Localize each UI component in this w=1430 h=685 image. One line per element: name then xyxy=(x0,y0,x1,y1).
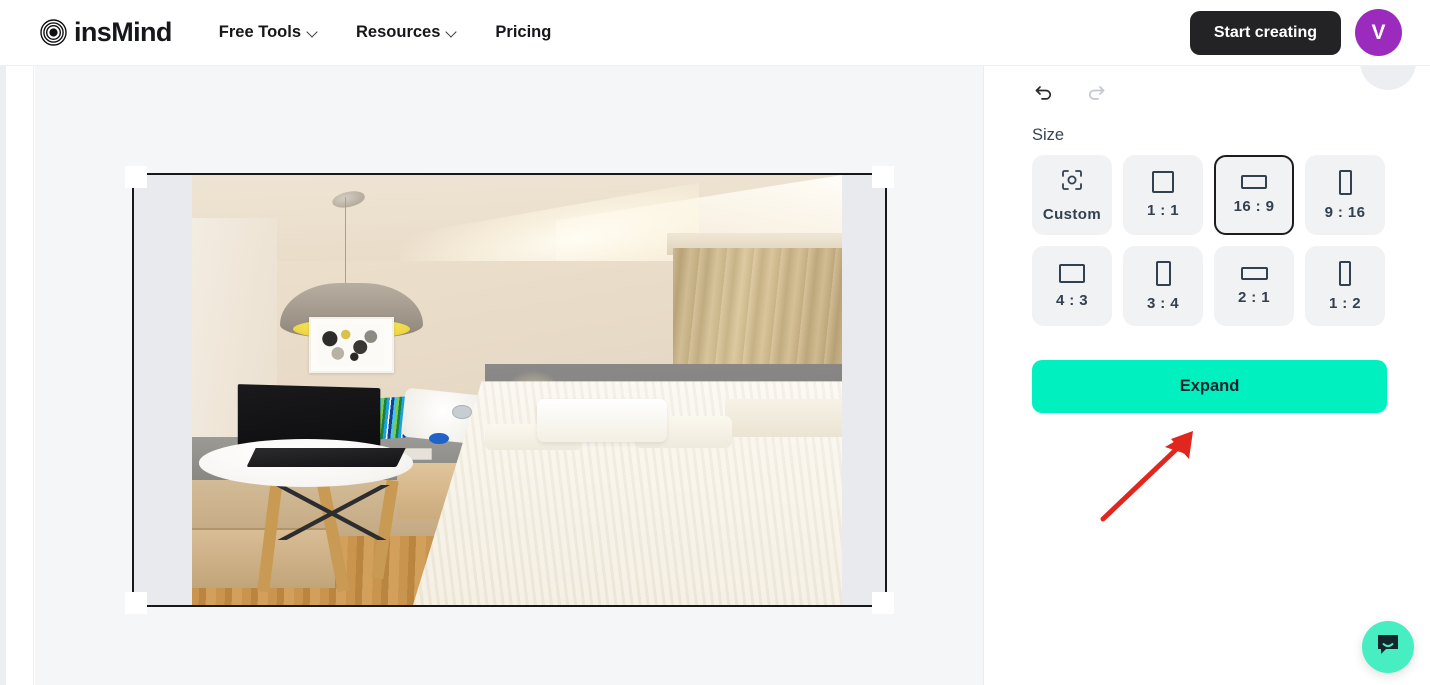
laptop-keyboard xyxy=(245,448,405,468)
framed-wall-art xyxy=(309,316,394,373)
undo-arrow-icon[interactable] xyxy=(1032,80,1056,104)
bed-far-corner xyxy=(725,398,842,438)
resize-handle-top-right[interactable] xyxy=(872,166,894,188)
tall-rect-icon xyxy=(1155,260,1171,286)
header-actions: Start creating V xyxy=(1189,9,1402,56)
size-option-label: 2 : 1 xyxy=(1237,288,1270,306)
bed-pillow-center xyxy=(536,398,667,442)
size-option-label: 1 : 2 xyxy=(1328,294,1361,312)
editor-canvas[interactable] xyxy=(35,66,983,685)
left-toolbar-strip[interactable] xyxy=(6,66,34,685)
brand-name: insMind xyxy=(74,17,172,47)
brand-logo[interactable]: insMind xyxy=(40,17,172,48)
size-option-3-4[interactable]: 3 : 4 xyxy=(1123,246,1203,326)
resize-handle-top-left[interactable] xyxy=(125,166,147,188)
pendant-lamp-cord xyxy=(344,196,347,292)
size-settings-panel: Size Custom 1 : 1 16: 9 9: 16 4: 3 3 … xyxy=(983,66,1430,685)
nav-item-free-tools[interactable]: Free Tools xyxy=(219,23,318,42)
size-option-1-2[interactable]: 1 : 2 xyxy=(1305,246,1385,326)
source-image[interactable] xyxy=(192,175,842,605)
size-option-9-16[interactable]: 9 : 16 xyxy=(1305,155,1385,235)
chat-bubble-icon xyxy=(1375,632,1401,663)
wide-rect-icon xyxy=(1240,266,1268,280)
insmind-concentric-logo xyxy=(40,19,67,46)
selection-frame[interactable] xyxy=(125,166,894,614)
canvas-inner xyxy=(35,66,983,685)
square-icon xyxy=(1152,171,1174,193)
size-option-2-1[interactable]: 2 : 1 xyxy=(1214,246,1294,326)
size-option-16-9[interactable]: 16 : 9 xyxy=(1214,155,1294,235)
crop-focus-icon xyxy=(1060,168,1084,197)
nav-label: Pricing xyxy=(495,23,552,41)
size-option-custom[interactable]: Custom xyxy=(1032,155,1112,235)
size-option-label: Custom xyxy=(1042,205,1102,223)
nav-label: Resources xyxy=(356,23,441,41)
size-option-label: 3 : 4 xyxy=(1146,294,1179,312)
nav-item-resources[interactable]: Resources xyxy=(356,23,457,42)
cushion-button xyxy=(452,405,472,419)
chat-launcher-button[interactable] xyxy=(1362,621,1414,673)
main-nav: Free Tools Resources Pricing xyxy=(219,23,552,42)
size-option-label: 1 : 1 xyxy=(1146,202,1179,219)
redo-arrow-icon[interactable] xyxy=(1084,80,1108,104)
nav-label: Free Tools xyxy=(218,23,302,41)
chevron-down-icon xyxy=(308,28,318,38)
size-section-label: Size xyxy=(1032,126,1065,144)
site-header: insMind Free Tools Resources Pricing Sta… xyxy=(0,0,1430,66)
wide-rect-icon xyxy=(1241,175,1267,189)
user-avatar[interactable]: V xyxy=(1355,9,1402,56)
chevron-down-icon xyxy=(447,28,457,38)
size-option-label: 9 : 16 xyxy=(1324,203,1366,221)
size-option-1-1[interactable]: 1 : 1 xyxy=(1123,155,1203,235)
app-root: insMind Free Tools Resources Pricing Sta… xyxy=(0,0,1430,685)
size-option-label: 4 : 3 xyxy=(1055,291,1088,309)
table-leg-brace xyxy=(270,484,394,541)
tall-rect-icon xyxy=(1339,260,1351,286)
tall-rect-icon xyxy=(1338,169,1352,195)
resize-handle-bottom-left[interactable] xyxy=(125,592,147,614)
cushion-blue-dot xyxy=(429,433,449,445)
start-creating-button[interactable]: Start creating xyxy=(1189,10,1341,55)
size-options-grid: Custom 1 : 1 16 : 9 9 : 16 4 : 3 3 : 4 2… xyxy=(1032,155,1430,326)
art-canvas xyxy=(318,323,385,367)
expand-button[interactable]: Expand xyxy=(1032,360,1387,413)
resize-handle-bottom-right[interactable] xyxy=(872,592,894,614)
size-option-4-3[interactable]: 4 : 3 xyxy=(1032,246,1112,326)
rect-icon xyxy=(1059,263,1085,283)
size-option-label: 16 : 9 xyxy=(1233,198,1275,215)
nav-item-pricing[interactable]: Pricing xyxy=(495,23,551,42)
